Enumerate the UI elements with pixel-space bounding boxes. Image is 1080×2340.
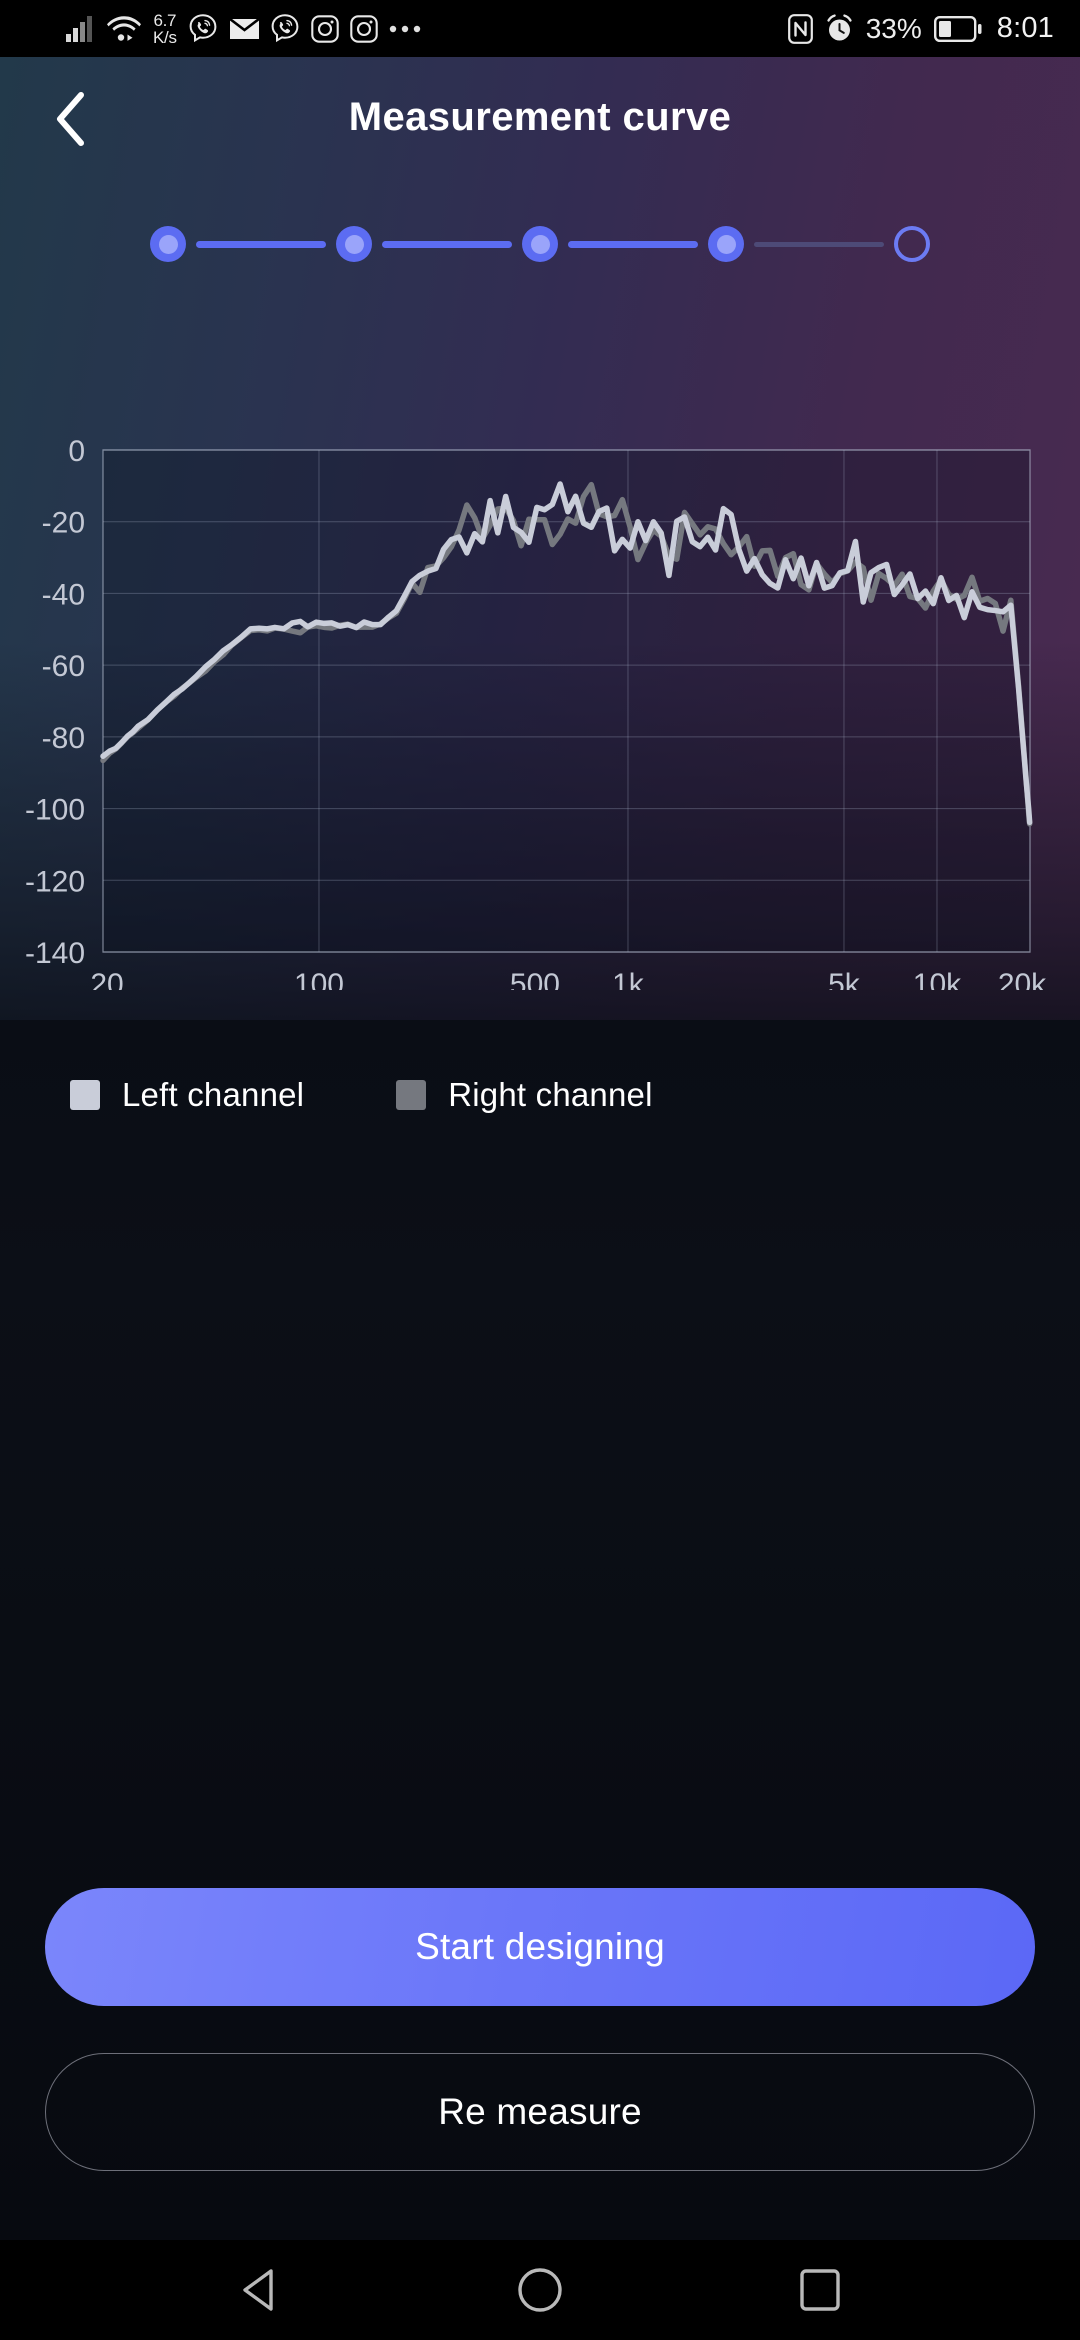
clock-label: 8:01 [996,12,1054,44]
measurement-chart: 0 -20 -40 -60 -80 -100 -120 -140 20 100 500 1k 5k 10… [0,420,1080,990]
legend-swatch-right [396,1080,427,1110]
nav-back-button[interactable] [205,2240,315,2340]
status-bar: 6.7 K/s 33% 8:01 [0,0,1080,57]
viber-icon [189,13,217,42]
background-fade [0,1020,1080,1280]
chart-legend: Left channel Right channel [70,1068,970,1122]
home-circle-icon [518,2268,562,2312]
status-bar-right-icons: 33% 8:01 [787,12,1054,45]
svg-text:20k: 20k [998,968,1047,990]
svg-text:1k: 1k [612,968,645,990]
back-triangle-icon [243,2269,273,2311]
instagram-icon [310,14,339,43]
legend-item-left-channel: Left channel [70,1076,304,1114]
frequency-response-plot: 0 -20 -40 -60 -80 -100 -120 -140 20 100 500 1k 5k 10… [25,435,1047,990]
svg-text:500: 500 [510,968,560,990]
phone-screen: 6.7 K/s 33% 8:01 Measurement curve 0 -20… [0,0,1080,2340]
step-indicator-4[interactable] [708,226,744,262]
network-speed-unit: K/s [153,27,177,47]
svg-text:20: 20 [90,968,123,990]
legend-item-right-channel: Right channel [396,1076,652,1114]
step-connector-2 [382,240,512,248]
nav-recents-button[interactable] [765,2240,875,2340]
step-progress-indicator [150,222,930,266]
step-indicator-1[interactable] [150,226,186,262]
legend-label-left: Left channel [122,1076,305,1113]
svg-text:-100: -100 [25,794,85,827]
recents-square-icon [800,2269,840,2311]
svg-text:-140: -140 [25,937,85,970]
status-bar-left-icons: 6.7 K/s [66,12,421,46]
svg-text:-120: -120 [25,865,85,898]
instagram-icon [349,14,378,43]
mail-icon [228,17,260,39]
battery-icon [933,15,982,42]
chart-x-tick-labels: 20 100 500 1k 5k 10k 20k [90,968,1047,990]
step-indicator-5[interactable] [894,226,930,262]
network-speed-indicator: 6.7 K/s [153,12,177,46]
signal-bars-icon [66,15,92,42]
re-measure-button[interactable]: Re measure [45,2053,1035,2171]
overflow-dots-icon [389,25,420,32]
battery-percent-label: 33% [865,12,922,44]
legend-swatch-left [70,1080,100,1110]
chart-y-tick-labels: 0 -20 -40 -60 -80 -100 -120 -140 [25,435,85,970]
step-connector-3 [568,240,698,248]
svg-text:-80: -80 [42,722,85,755]
svg-text:10k: 10k [913,968,962,990]
nfc-icon [787,13,813,44]
step-indicator-3[interactable] [522,226,558,262]
legend-label-right: Right channel [448,1076,653,1113]
svg-text:0: 0 [68,435,85,468]
start-designing-button[interactable]: Start designing [45,1888,1035,2006]
svg-text:-40: -40 [42,578,85,611]
svg-text:5k: 5k [828,968,861,990]
step-connector-1 [196,240,326,248]
step-indicator-2[interactable] [336,226,372,262]
viber-icon [271,13,299,42]
app-bar: Measurement curve [0,57,1080,177]
svg-text:100: 100 [294,968,344,990]
alarm-icon [827,14,852,41]
android-navigation-bar [0,2240,1080,2340]
wifi-icon [107,16,141,41]
svg-text:-20: -20 [42,507,85,540]
svg-text:-60: -60 [42,650,85,683]
page-title: Measurement curve [348,94,732,139]
nav-home-button[interactable] [485,2240,595,2340]
step-connector-4 [754,241,884,247]
